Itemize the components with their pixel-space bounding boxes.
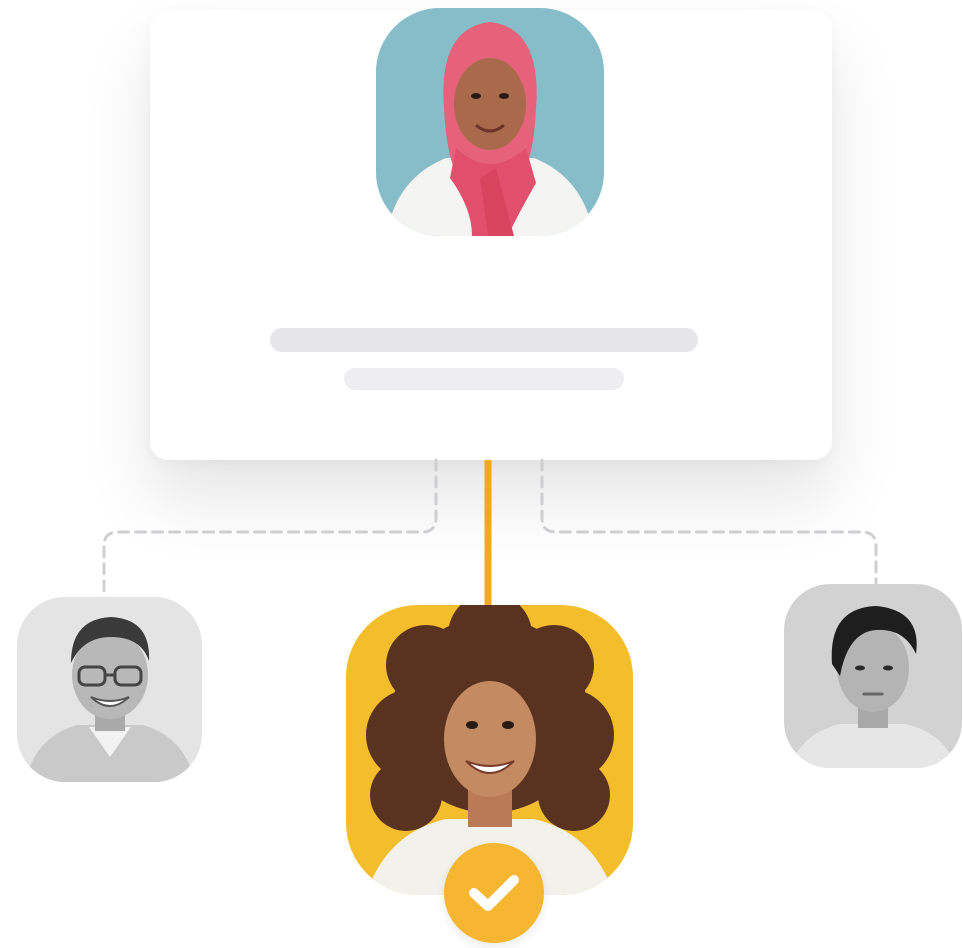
man-glasses-grayscale-portrait-icon — [17, 597, 202, 782]
avatar-top-woman-hijab[interactable] — [376, 8, 604, 236]
dashed-connector-left — [102, 458, 438, 599]
avatar-right-young-man[interactable] — [784, 584, 962, 768]
selected-check-badge — [444, 843, 544, 943]
checkmark-icon — [469, 875, 519, 911]
woman-pink-hijab-portrait-icon — [376, 8, 604, 236]
young-man-grayscale-portrait-icon — [784, 584, 962, 768]
dashed-connector-right — [540, 458, 878, 586]
avatar-left-man-glasses[interactable] — [17, 597, 202, 782]
